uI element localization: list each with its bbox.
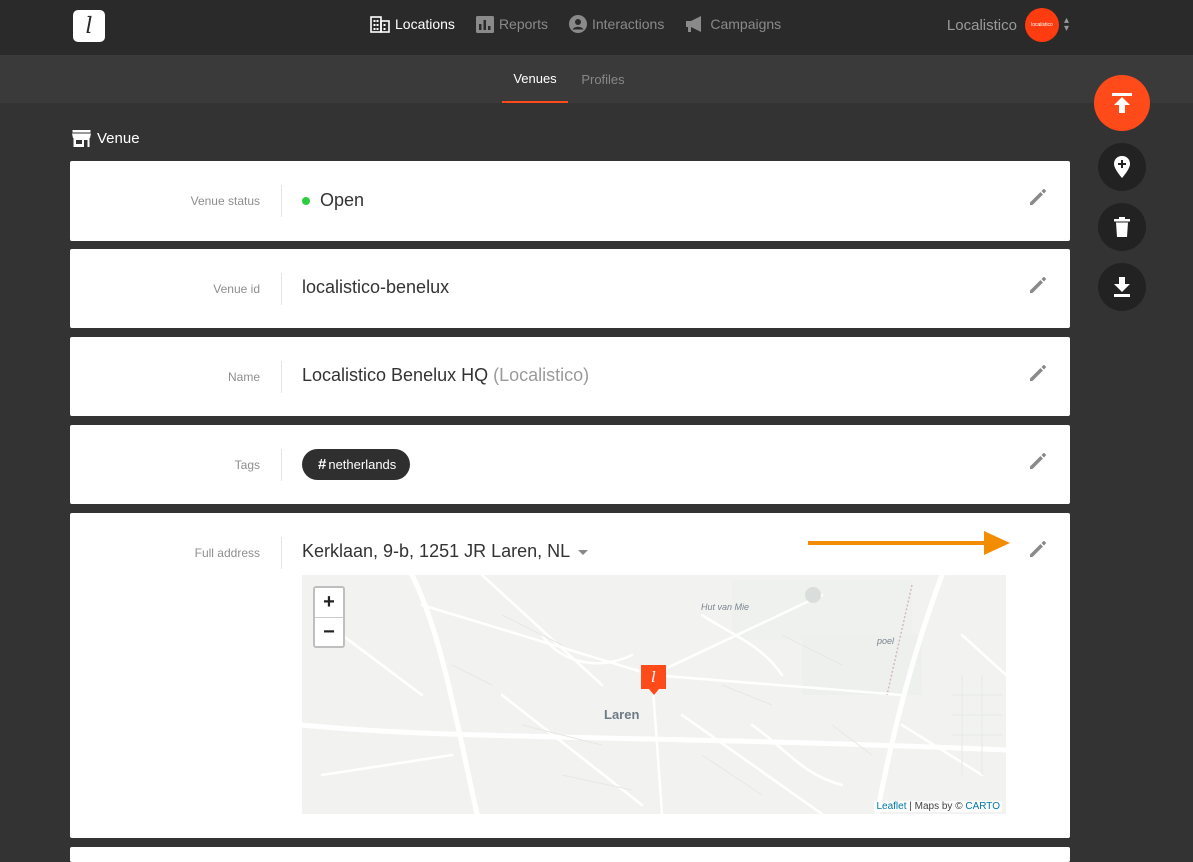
- map-label-hut: Hut van Mie: [701, 602, 750, 612]
- address-value[interactable]: Kerklaan, 9-b, 1251 JR Laren, NL: [302, 541, 589, 562]
- address-text: Kerklaan, 9-b, 1251 JR Laren, NL: [302, 541, 571, 561]
- upload-top-icon: [1112, 93, 1132, 113]
- top-bar: l Locations Reports Interactions Campaig…: [0, 0, 1193, 55]
- tag-label: netherlands: [328, 457, 397, 472]
- bar-chart-icon: [475, 15, 494, 33]
- brand-name: (Localistico): [493, 365, 590, 385]
- venue-status-card: Venue status Open: [70, 161, 1070, 241]
- nav-item-label: Reports: [498, 16, 548, 32]
- nav-item-label: Interactions: [591, 16, 665, 32]
- nav-item-campaigns[interactable]: Campaigns: [685, 0, 781, 48]
- user-circle-icon: [568, 15, 587, 33]
- trash-icon: [1114, 217, 1130, 237]
- section-title-text: Venue: [97, 130, 140, 147]
- field-label: Name: [227, 370, 260, 384]
- status-dot: [302, 196, 310, 205]
- tags-value: # netherlands: [302, 449, 411, 480]
- building-icon: [370, 15, 390, 33]
- divider: [281, 537, 282, 569]
- pencil-icon[interactable]: [1028, 539, 1048, 559]
- tags-card: Tags # netherlands: [70, 425, 1070, 504]
- address-card: Full address Kerklaan, 9-b, 1251 JR Lare…: [70, 513, 1070, 838]
- app-logo[interactable]: l: [73, 10, 105, 42]
- map-pin-plus-icon: [1114, 156, 1130, 178]
- scroll-top-button[interactable]: [1094, 75, 1150, 131]
- pencil-icon[interactable]: [1028, 363, 1048, 383]
- venue-name: Localistico Benelux HQ: [302, 365, 489, 385]
- divider: [281, 185, 282, 217]
- status-text: Open: [320, 190, 365, 210]
- account-avatar: localistico: [1024, 8, 1059, 42]
- sub-nav: Venues Profiles: [0, 55, 1193, 103]
- field-label: Venue id: [213, 282, 260, 296]
- main-nav: Locations Reports Interactions Campaigns: [370, 0, 802, 55]
- next-card: [70, 847, 1070, 862]
- nav-item-reports[interactable]: Reports: [475, 0, 548, 48]
- zoom-out-button[interactable]: −: [315, 617, 343, 646]
- tag-chip[interactable]: # netherlands: [302, 449, 411, 480]
- download-icon: [1114, 277, 1130, 297]
- section-title: Venue: [72, 130, 140, 147]
- delete-button[interactable]: [1098, 203, 1146, 251]
- chevron-up-down-icon: ▴ ▾: [1063, 15, 1069, 34]
- map-attribution: Leaflet | Maps by © CARTO: [874, 801, 1002, 812]
- zoom-in-button[interactable]: +: [315, 588, 343, 617]
- divider: [281, 449, 282, 481]
- nav-item-interactions[interactable]: Interactions: [568, 0, 665, 48]
- leaflet-link[interactable]: Leaflet: [876, 801, 906, 812]
- field-label: Full address: [194, 546, 260, 560]
- name-value: Localistico Benelux HQ (Localistico): [302, 365, 589, 386]
- zoom-control: + −: [313, 586, 345, 648]
- megaphone-icon: [686, 16, 702, 32]
- hash-icon: #: [318, 456, 327, 473]
- carto-link[interactable]: CARTO: [965, 801, 1000, 812]
- add-location-button[interactable]: [1098, 143, 1146, 191]
- venue-id-card: Venue id localistico-benelux: [70, 249, 1070, 328]
- map[interactable]: Hut van Mie poel Laren l + − Leaflet | M…: [302, 575, 1006, 814]
- nav-item-locations[interactable]: Locations: [370, 0, 455, 48]
- marker-letter: l: [651, 668, 656, 686]
- field-label: Tags: [234, 458, 260, 472]
- tab-profiles[interactable]: Profiles: [576, 55, 630, 103]
- tab-venues[interactable]: Venues: [502, 55, 568, 103]
- pencil-icon[interactable]: [1028, 187, 1048, 207]
- divider: [281, 361, 282, 393]
- nav-item-label: Campaigns: [710, 16, 782, 32]
- caret-down-icon: [578, 550, 589, 555]
- map-label-poel: poel: [877, 636, 895, 646]
- venue-id-value: localistico-benelux: [302, 277, 450, 297]
- field-label: Venue status: [190, 194, 260, 208]
- nav-item-label: Locations: [395, 16, 455, 32]
- pencil-icon[interactable]: [1028, 451, 1048, 471]
- name-card: Name Localistico Benelux HQ (Localistico…: [70, 337, 1070, 416]
- account-switcher[interactable]: Localistico localistico ▴ ▾: [947, 8, 1069, 42]
- download-button[interactable]: [1098, 263, 1146, 311]
- attribution-separator: | Maps by ©: [906, 801, 966, 812]
- map-label-town: Laren: [604, 707, 640, 722]
- venue-status-value: Open: [302, 190, 364, 211]
- divider: [281, 273, 282, 305]
- account-name: Localistico: [946, 16, 1017, 34]
- location-marker-icon[interactable]: l: [641, 665, 666, 695]
- store-icon: [72, 130, 91, 147]
- pencil-icon[interactable]: [1028, 275, 1048, 295]
- arrow-annotation-icon: [808, 531, 1010, 555]
